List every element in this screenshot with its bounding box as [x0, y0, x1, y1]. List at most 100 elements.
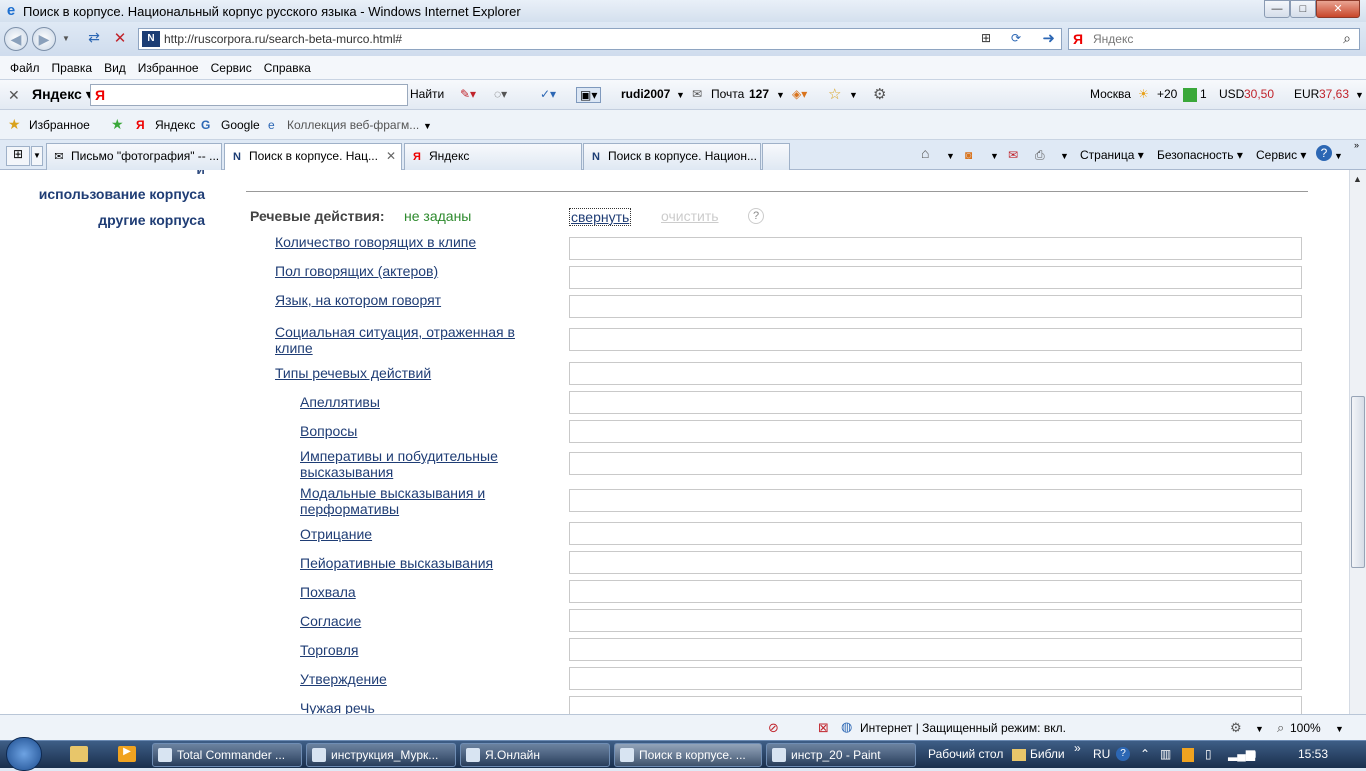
weather-temp[interactable]: +20 — [1157, 87, 1177, 101]
spellcheck-icon[interactable]: ✓▾ — [540, 87, 556, 101]
tab-yandex[interactable]: Я Яндекс — [404, 143, 582, 170]
address-input[interactable]: N http://ruscorpora.ru/search-beta-murco… — [138, 28, 1062, 50]
task-paint[interactable]: инстр_20 - Paint — [766, 743, 916, 767]
scroll-up-icon[interactable]: ▲ — [1353, 174, 1362, 184]
zoom-dropdown-icon[interactable]: ▼ — [1335, 724, 1344, 734]
tab-corpus-search-2[interactable]: N Поиск в корпусе. Национ... — [583, 143, 761, 170]
security-zone[interactable]: Интернет | Защищенный режим: вкл. — [860, 721, 1066, 735]
user-dropdown-icon[interactable]: ▼ — [676, 90, 685, 100]
maximize-button[interactable]: □ — [1290, 0, 1316, 18]
star-dropdown-icon[interactable]: ▼ — [849, 90, 858, 100]
tab-mail[interactable]: ✉ Письмо "фотография" -- ... — [46, 143, 222, 170]
row-label[interactable]: Количество говорящих в клипе — [275, 234, 530, 250]
mail-dropdown-icon[interactable]: ▼ — [776, 90, 785, 100]
quick-tabs-icon[interactable]: ⊞ — [6, 146, 30, 166]
print-icon[interactable]: ⎙ — [1035, 148, 1045, 163]
page-refresh-icon[interactable]: ⟳ — [1011, 31, 1021, 45]
weather-city[interactable]: Москва — [1090, 87, 1131, 101]
print-dropdown-icon[interactable]: ▼ — [1060, 151, 1069, 161]
row-label[interactable]: Язык, на котором говорят — [275, 292, 530, 308]
collapse-link[interactable]: свернуть — [569, 208, 632, 226]
traffic-score[interactable]: 1 — [1200, 87, 1207, 101]
sidenav-corpus-usage[interactable]: использование корпуса — [39, 186, 205, 202]
tab-corpus-search[interactable]: N Поиск в корпусе. Нац... ✕ — [224, 143, 402, 171]
clock[interactable]: 15:53 — [1298, 747, 1328, 761]
row-label[interactable]: Пейоративные высказывания — [300, 555, 555, 571]
toolbar-more-icon[interactable]: » — [1074, 741, 1081, 755]
menu-tools[interactable]: Сервис — [211, 61, 252, 75]
gear-icon[interactable]: ⚙ — [873, 85, 886, 103]
row-value-field[interactable] — [569, 696, 1302, 714]
row-label[interactable]: Типы речевых действий — [275, 365, 530, 381]
go-arrow-icon[interactable]: ➜ — [1042, 29, 1055, 47]
row-label[interactable]: Апеллятивы — [300, 394, 555, 410]
row-label[interactable]: Модальные высказывания и перформативы — [300, 485, 555, 517]
stop-icon[interactable]: ✕ — [110, 29, 130, 49]
row-value-field[interactable] — [569, 580, 1302, 603]
row-value-field[interactable] — [569, 638, 1302, 661]
menu-help[interactable]: Справка — [264, 61, 311, 75]
mail-label[interactable]: Почта — [711, 87, 744, 101]
sidenav-other-corpora[interactable]: другие корпуса — [98, 212, 205, 228]
zone-dropdown-icon[interactable]: ▼ — [1255, 724, 1264, 734]
desktop-toolbar[interactable]: Рабочий стол — [928, 747, 1003, 761]
find-button[interactable]: Найти — [410, 87, 444, 101]
help-button[interactable]: ? — [748, 208, 764, 224]
clear-link[interactable]: очистить — [661, 208, 719, 224]
popup-blocked-icon[interactable]: ⊘ — [768, 720, 779, 736]
help-dropdown-icon[interactable]: ▼ — [1334, 151, 1343, 161]
row-value-field[interactable] — [569, 266, 1302, 289]
row-label[interactable]: Императивы и побудительные высказывания — [300, 448, 555, 480]
tab-close-icon[interactable]: ✕ — [386, 144, 396, 168]
home-icon[interactable]: ⌂ — [921, 145, 929, 161]
cmd-safety[interactable]: Безопасность ▾ — [1157, 148, 1243, 162]
row-label[interactable]: Утверждение — [300, 671, 555, 687]
menu-favorites[interactable]: Избранное — [138, 61, 199, 75]
battery-icon[interactable]: ▯ — [1205, 747, 1212, 761]
fav-google[interactable]: Google — [221, 118, 260, 132]
back-button[interactable]: ◀ — [4, 27, 28, 51]
volume-icon[interactable]: 🔈︎ — [1252, 747, 1259, 762]
scroll-thumb[interactable] — [1351, 396, 1365, 568]
row-label[interactable]: Отрицание — [300, 526, 555, 542]
chat-icon[interactable]: ◌▾ — [494, 87, 507, 101]
row-label[interactable]: Чужая речь — [300, 700, 555, 714]
menu-file[interactable]: Файл — [10, 61, 40, 75]
language-indicator[interactable]: RU — [1093, 747, 1110, 761]
eur-rate[interactable]: 37,63 — [1319, 87, 1349, 101]
chevron-more-icon[interactable]: » — [1354, 140, 1359, 150]
add-favorite-icon[interactable]: ★ — [111, 116, 124, 133]
yandex-search-input[interactable]: Я — [90, 84, 408, 106]
explorer-icon[interactable] — [70, 746, 88, 762]
media-player-icon[interactable]: ▶ — [118, 746, 136, 762]
row-value-field[interactable] — [569, 609, 1302, 632]
cmd-tools[interactable]: Сервис ▾ — [1256, 148, 1306, 162]
menu-edit[interactable]: Правка — [52, 61, 93, 75]
star-icon[interactable]: ☆ — [828, 85, 841, 103]
sidenav-cutoff-item[interactable]: и — [196, 170, 205, 177]
row-label[interactable]: Похвала — [300, 584, 555, 600]
row-value-field[interactable] — [569, 391, 1302, 414]
cmd-page[interactable]: Страница ▾ — [1080, 148, 1144, 162]
protected-mode-icon[interactable]: ⚙ — [1230, 720, 1242, 736]
help-tray-icon[interactable]: ? — [1116, 747, 1130, 761]
feeds-dropdown-icon[interactable]: ▼ — [990, 151, 999, 161]
forward-button[interactable]: ▶ — [32, 27, 56, 51]
error-icon[interactable]: ⊠ — [818, 720, 829, 736]
task-ie-corpus[interactable]: Поиск в корпусе. ... — [614, 743, 762, 767]
history-dropdown-icon[interactable]: ▼ — [62, 34, 70, 43]
close-toolbar-icon[interactable]: ✕ — [8, 87, 20, 104]
row-value-field[interactable] — [569, 295, 1302, 318]
tab-list-icon[interactable]: ▼ — [31, 146, 43, 166]
user-name[interactable]: rudi2007 — [621, 87, 670, 101]
network-tray-icon[interactable]: ▥ — [1160, 747, 1171, 761]
bookmarks-icon[interactable]: ◈▾ — [792, 87, 807, 101]
row-label[interactable]: Социальная ситуация, отраженная в клипе — [275, 324, 530, 356]
signal-icon[interactable]: ▂▄▆ — [1228, 747, 1255, 761]
row-label[interactable]: Пол говорящих (актеров) — [275, 263, 530, 279]
row-label[interactable]: Вопросы — [300, 423, 555, 439]
new-tab-button[interactable] — [762, 143, 790, 170]
currency-dropdown-icon[interactable]: ▼ — [1355, 90, 1364, 100]
row-value-field[interactable] — [569, 551, 1302, 574]
webslices-dropdown-icon[interactable]: ▼ — [423, 121, 432, 131]
